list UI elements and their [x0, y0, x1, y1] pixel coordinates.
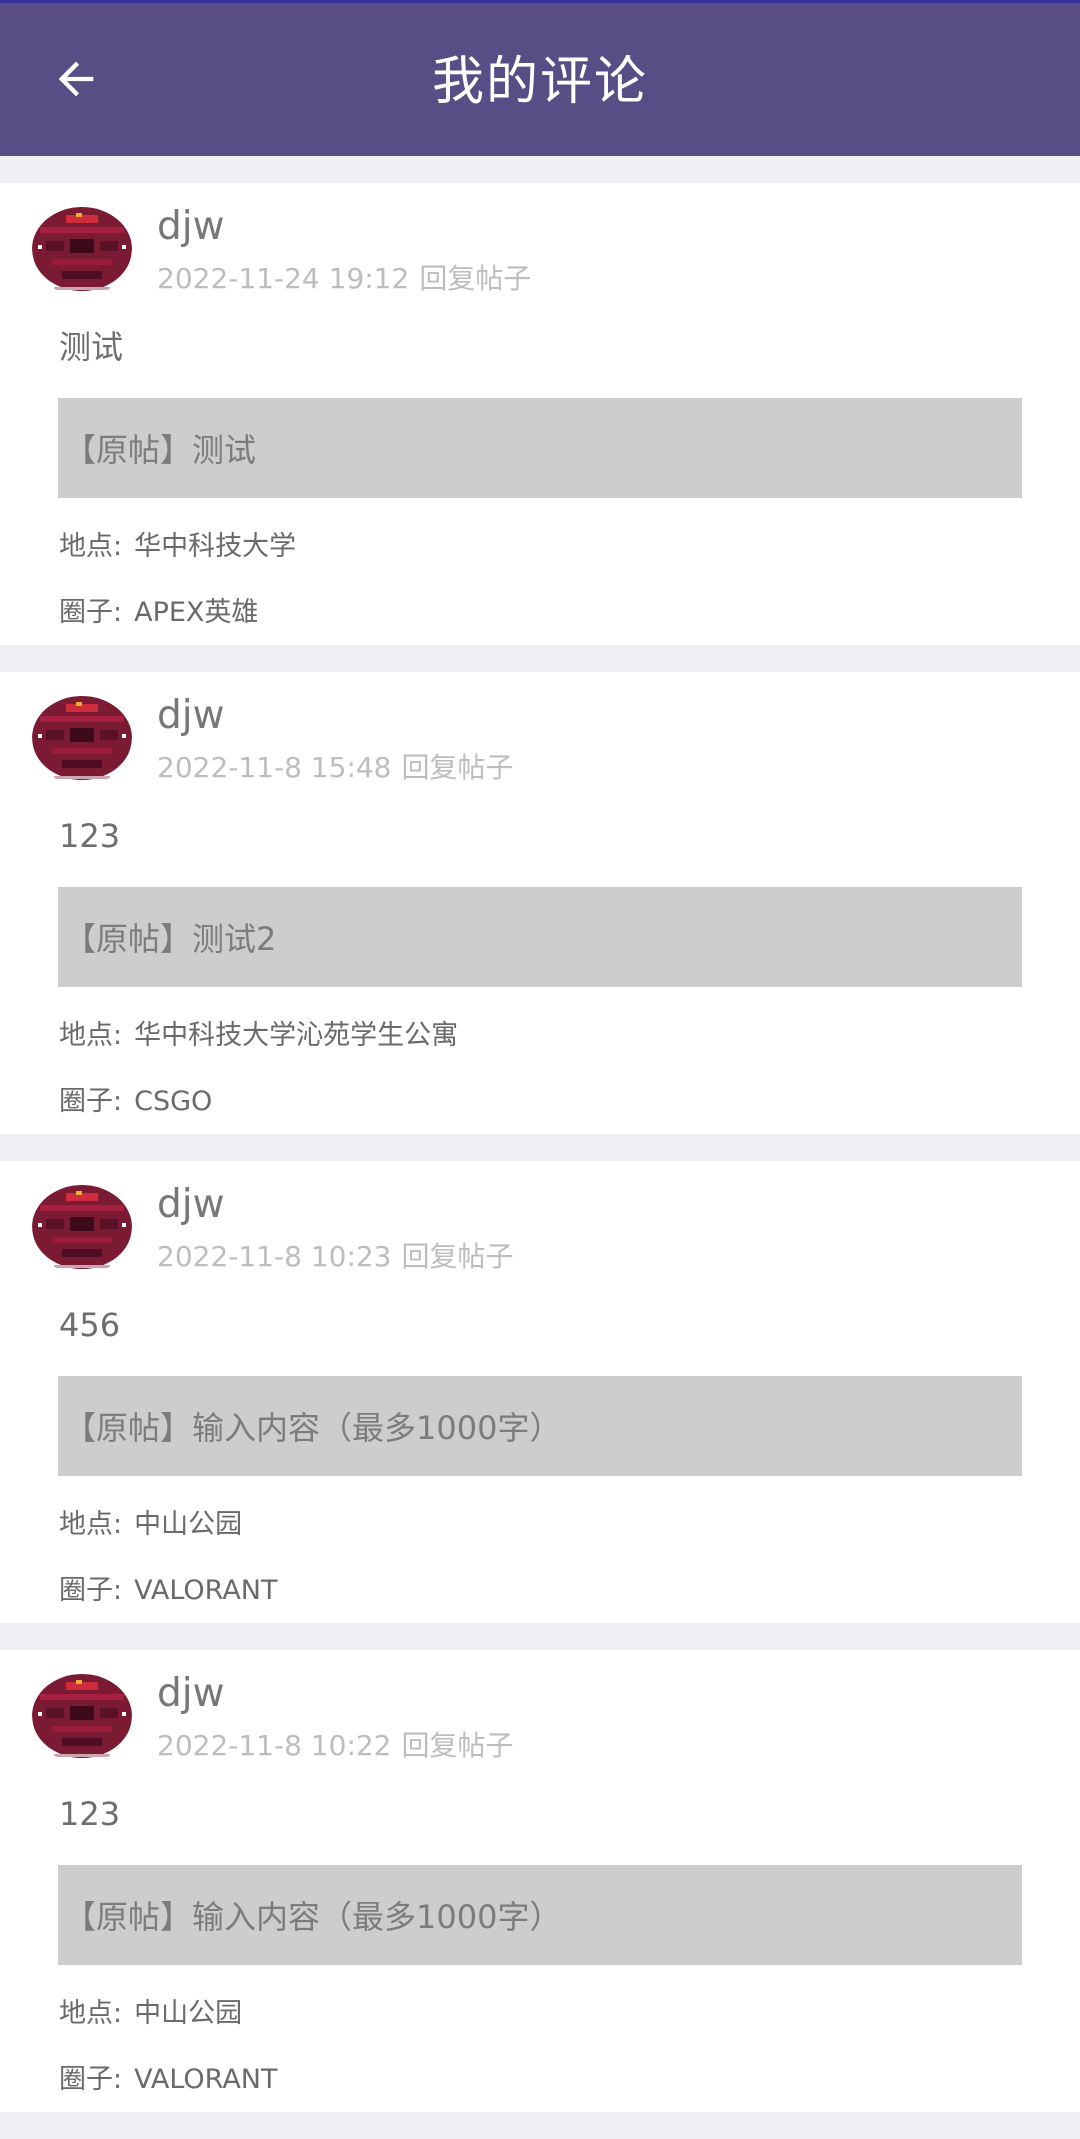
location-label: 地点: [59, 1020, 123, 1051]
location-value: 中山公园 [134, 1509, 243, 1540]
circle-label: 圈子: [59, 597, 123, 628]
location-label: 地点: [59, 1509, 123, 1540]
circle-row: 圈子: APEX英雄 [59, 596, 258, 630]
location-value: 华中科技大学沁苑学生公寓 [134, 1020, 459, 1051]
comment-action: 回复帖子 [419, 262, 532, 295]
comment-time: 2022-11-24 19:12 [157, 262, 410, 295]
username[interactable]: djw [157, 1670, 225, 1718]
location-row: 地点: 中山公园 [59, 1997, 242, 2031]
comment-action: 回复帖子 [401, 1240, 514, 1273]
comment-action: 回复帖子 [401, 751, 514, 784]
comment-card[interactable]: djw 2022-11-24 19:12 回复帖子 测试 【原帖】测试 地点: 华中… [0, 183, 1080, 645]
comment-meta: 2022-11-8 15:48 回复帖子 [157, 750, 514, 786]
comment-list: djw 2022-11-24 19:12 回复帖子 测试 【原帖】测试 地点: 华中… [0, 183, 1080, 2139]
avatar[interactable] [32, 1175, 132, 1275]
username[interactable]: djw [157, 1181, 225, 1229]
comment-meta: 2022-11-8 10:22 回复帖子 [157, 1728, 514, 1764]
comment-time: 2022-11-8 10:22 [157, 1729, 392, 1762]
location-row: 地点: 华中科技大学 [59, 530, 296, 564]
app-bar: 我的评论 [0, 0, 1080, 156]
comment-meta: 2022-11-24 19:12 回复帖子 [157, 261, 531, 297]
comment-time: 2022-11-8 10:23 [157, 1240, 392, 1273]
original-post-link[interactable]: 【原帖】测试2 [58, 887, 1022, 987]
avatar-image [32, 1175, 132, 1275]
circle-value: APEX英雄 [134, 597, 259, 628]
circle-value: VALORANT [134, 2064, 278, 2095]
circle-label: 圈子: [59, 2064, 123, 2095]
circle-row: 圈子: VALORANT [59, 2063, 277, 2097]
circle-label: 圈子: [59, 1086, 123, 1117]
avatar-image [32, 686, 132, 786]
location-row: 地点: 中山公园 [59, 1508, 242, 1542]
location-value: 华中科技大学 [134, 531, 297, 562]
original-post-link[interactable]: 【原帖】输入内容（最多1000字） [58, 1376, 1022, 1476]
location-row: 地点: 华中科技大学沁苑学生公寓 [59, 1019, 458, 1053]
comment-content: 456 [59, 1306, 121, 1344]
location-value: 中山公园 [134, 1998, 243, 2029]
comment-time: 2022-11-8 15:48 [157, 751, 392, 784]
comment-card[interactable]: djw 2022-11-8 15:48 回复帖子 123 【原帖】测试2 地点: 华… [0, 672, 1080, 1134]
original-post-link[interactable]: 【原帖】测试 [58, 398, 1022, 498]
circle-value: VALORANT [134, 1575, 278, 1606]
circle-value: CSGO [134, 1086, 213, 1117]
avatar[interactable] [32, 1664, 132, 1764]
original-post-link[interactable]: 【原帖】输入内容（最多1000字） [58, 1865, 1022, 1965]
circle-row: 圈子: VALORANT [59, 1574, 277, 1608]
location-label: 地点: [59, 1998, 123, 2029]
comment-content: 123 [59, 817, 121, 855]
avatar-image [32, 1664, 132, 1764]
comment-content: 测试 [59, 328, 124, 366]
comment-card[interactable]: djw 2022-11-8 10:22 回复帖子 123 【原帖】输入内容（最多1… [0, 1650, 1080, 2112]
avatar-image [32, 197, 132, 297]
username[interactable]: djw [157, 203, 225, 251]
comment-card[interactable]: djw 2022-11-8 10:23 回复帖子 456 【原帖】输入内容（最多1… [0, 1161, 1080, 1623]
avatar[interactable] [32, 197, 132, 297]
circle-label: 圈子: [59, 1575, 123, 1606]
page-title: 我的评论 [431, 52, 648, 112]
location-label: 地点: [59, 531, 123, 562]
avatar[interactable] [32, 686, 132, 786]
username[interactable]: djw [157, 692, 225, 740]
circle-row: 圈子: CSGO [59, 1085, 212, 1119]
comment-content: 123 [59, 1795, 121, 1833]
comment-action: 回复帖子 [401, 1729, 514, 1762]
comment-meta: 2022-11-8 10:23 回复帖子 [157, 1239, 514, 1275]
